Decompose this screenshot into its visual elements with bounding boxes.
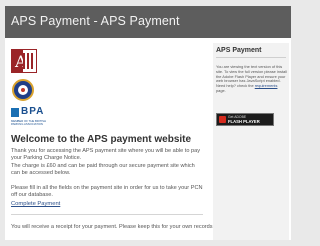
intro-paragraph: Thank you for accessing the APS payment … — [11, 148, 201, 161]
sidebar-text: You are viewing the text version of this… — [216, 64, 288, 94]
site-header: APS Payment - APS Payment — [5, 6, 291, 38]
aps-logo: A — [11, 49, 37, 73]
flash-icon — [219, 116, 226, 123]
requirements-link[interactable]: requirements — [255, 83, 278, 88]
instructions-paragraph: Please fill in all the fields on the pay… — [11, 185, 203, 198]
bpa-logo: BPA MEMBER OF THE BRITISH PARKING ASSOCI… — [11, 106, 55, 136]
divider — [11, 214, 203, 215]
logo-stripes — [23, 53, 35, 69]
charge-paragraph: The charge is £60 and can be paid throug… — [11, 163, 195, 176]
bpa-wordmark: BPA — [21, 106, 45, 117]
award-badge-logo — [12, 79, 34, 101]
complete-payment-link[interactable]: Complete Payment — [11, 201, 60, 207]
sidebar: APS Payment You are viewing the text ver… — [213, 43, 289, 240]
welcome-heading: Welcome to the APS payment website — [11, 134, 192, 145]
badge-dot — [21, 88, 25, 92]
page: APS Payment - APS Payment A BPA MEMBER O… — [5, 6, 291, 240]
flash-big-label: FLASH PLAYER — [228, 119, 260, 124]
bpa-mark — [11, 108, 19, 117]
main-content: A BPA MEMBER OF THE BRITISH PARKING ASSO… — [5, 43, 214, 240]
receipt-note: You will receive a receipt for your paym… — [11, 224, 215, 230]
sidebar-title: APS Payment — [216, 47, 262, 54]
logo-column: A BPA MEMBER OF THE BRITISH PARKING ASSO… — [11, 49, 91, 139]
page-title: APS Payment - APS Payment — [11, 14, 180, 28]
get-flash-player-button[interactable]: Get ADOBE FLASH PLAYER — [216, 113, 274, 126]
sidebar-text-end: page. — [216, 87, 226, 93]
bpa-subtitle: MEMBER OF THE BRITISH PARKING ASSOCIATIO… — [11, 119, 47, 127]
sidebar-divider — [216, 57, 286, 58]
